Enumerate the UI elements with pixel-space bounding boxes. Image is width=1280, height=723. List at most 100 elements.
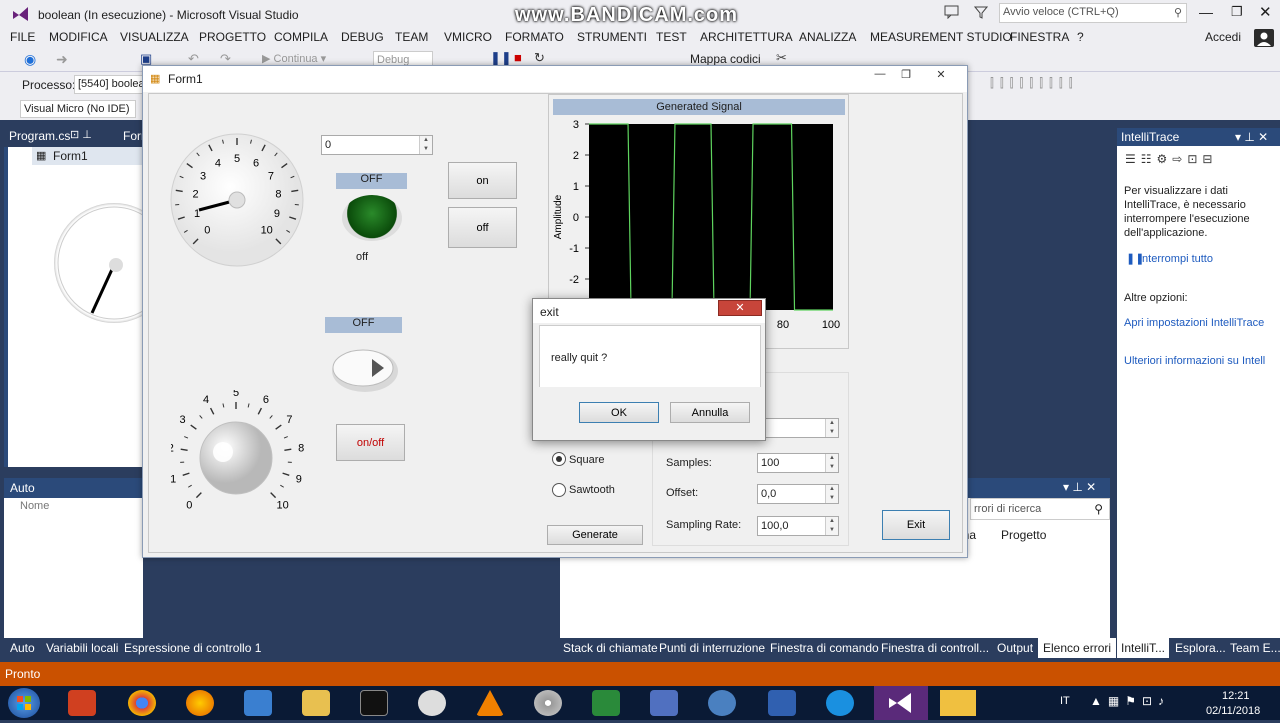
- intellitrace-toolbar-icons[interactable]: ☰☷⚙⇨⊡⊟: [1125, 152, 1217, 166]
- firefox-icon[interactable]: [186, 690, 214, 716]
- samples-input[interactable]: 100▲▼: [757, 453, 839, 473]
- error-search-input[interactable]: rrori di ricerca ⚲: [970, 498, 1110, 520]
- mail-icon[interactable]: [708, 690, 736, 716]
- menu-team[interactable]: TEAM: [395, 30, 428, 44]
- hidden-field-2[interactable]: ▲▼: [757, 418, 839, 438]
- dvd-icon[interactable]: [534, 690, 562, 716]
- tab-error-list[interactable]: Elenco errori: [1038, 638, 1116, 658]
- menu-measurement-studio[interactable]: MEASUREMENT STUDIO: [870, 30, 1012, 44]
- tab-program-cs[interactable]: Program.cs: [9, 129, 70, 143]
- form-app-taskbar-icon[interactable]: [940, 690, 976, 716]
- open-settings-link[interactable]: Apri impostazioni IntelliTrace: [1124, 317, 1264, 329]
- tab-command-window[interactable]: Finestra di comando: [770, 641, 879, 655]
- menu-vmicro[interactable]: VMICRO: [444, 30, 492, 44]
- cmd-icon[interactable]: [360, 690, 388, 716]
- off-button[interactable]: off: [448, 207, 517, 248]
- menu-compila[interactable]: COMPILA: [274, 30, 328, 44]
- panel-controls-icon[interactable]: ▾ ⊥ ✕: [1063, 480, 1096, 494]
- maximize-button[interactable]: ❐: [1231, 4, 1243, 20]
- on-button[interactable]: on: [448, 162, 517, 199]
- pause-icon[interactable]: ❚❚: [490, 50, 512, 66]
- forward-icon[interactable]: ➜: [56, 51, 68, 68]
- more-info-link[interactable]: Ulteriori informazioni su Intell: [1124, 355, 1265, 367]
- menu-analizza[interactable]: ANALIZZA: [799, 30, 856, 44]
- radio-sawtooth[interactable]: [552, 483, 566, 497]
- tab-output[interactable]: Output: [997, 641, 1033, 655]
- knob-control[interactable]: 012345678910: [171, 390, 311, 525]
- dialog-close-button[interactable]: ✕: [718, 300, 762, 316]
- clock-date[interactable]: 02/11/2018: [1206, 705, 1260, 717]
- stop-icon[interactable]: ■: [514, 50, 522, 65]
- pin-icon[interactable]: ⊡ ⊥: [70, 128, 92, 141]
- toggle-switch[interactable]: [330, 345, 400, 395]
- menu-test[interactable]: TEST: [656, 30, 687, 44]
- process-select[interactable]: [5540] boolea: [74, 75, 146, 94]
- tab-breakpoints[interactable]: Punti di interruzione: [659, 641, 765, 655]
- form1-close-button[interactable]: ✕: [926, 68, 956, 84]
- network-app-icon[interactable]: [592, 690, 620, 716]
- radio-square[interactable]: [552, 452, 566, 466]
- form1-minimize-button[interactable]: —: [867, 68, 893, 84]
- quick-launch-input[interactable]: Avvio veloce (CTRL+Q) ⚲: [999, 3, 1187, 23]
- tab-intellitrace[interactable]: IntelliT...: [1117, 638, 1169, 658]
- dialog-ok-button[interactable]: OK: [579, 402, 659, 423]
- tab-auto[interactable]: Auto: [10, 641, 35, 655]
- tab-locals[interactable]: Variabili locali: [46, 641, 118, 655]
- clock-time[interactable]: 12:21: [1222, 690, 1250, 702]
- spin-arrows-icon[interactable]: ▲▼: [825, 485, 838, 503]
- menu-debug[interactable]: DEBUG: [341, 30, 384, 44]
- user-avatar-icon[interactable]: [1254, 29, 1274, 47]
- media-player-icon[interactable]: [68, 690, 96, 716]
- tray-icons[interactable]: ▲▦⚑⊡♪: [1090, 694, 1170, 708]
- spin-arrows-icon[interactable]: ▲▼: [825, 454, 838, 472]
- ie-icon[interactable]: [826, 690, 854, 716]
- spin-arrows-icon[interactable]: ▲▼: [825, 517, 838, 535]
- tab-explorer[interactable]: Esplora...: [1175, 641, 1226, 655]
- menu-architettura[interactable]: ARCHITETTURA: [700, 30, 793, 44]
- sampling-rate-input[interactable]: 100,0▲▼: [757, 516, 839, 536]
- menu-visualizza[interactable]: VISUALIZZA: [120, 30, 189, 44]
- spin-arrows-icon[interactable]: ▲▼: [419, 136, 432, 154]
- menu-modifica[interactable]: MODIFICA: [49, 30, 108, 44]
- minimize-button[interactable]: —: [1199, 4, 1213, 20]
- menu-progetto[interactable]: PROGETTO: [199, 30, 266, 44]
- paint-icon[interactable]: [244, 690, 272, 716]
- panel-controls-icon[interactable]: ▾ ⊥ ✕: [1235, 130, 1268, 144]
- tab-watch-window[interactable]: Finestra di controll...: [881, 641, 989, 655]
- offset-input[interactable]: 0,0▲▼: [757, 484, 839, 504]
- input-language[interactable]: IT: [1060, 695, 1070, 707]
- feedback-icon[interactable]: [944, 5, 960, 19]
- generate-button[interactable]: Generate: [547, 525, 643, 545]
- toolbar-misc-icon[interactable]: ✂: [776, 50, 787, 66]
- menu-finestra[interactable]: FINESTRA: [1010, 30, 1069, 44]
- start-button[interactable]: [8, 688, 40, 718]
- visual-studio-taskbar-icon[interactable]: [874, 686, 928, 720]
- layout-toolbar-icons[interactable]: ⫿⫿⫿⫿⫿⫿⫿⫿⫿: [990, 76, 1079, 91]
- onoff-button[interactable]: on/off: [336, 424, 405, 461]
- form1-maximize-button[interactable]: ❐: [893, 68, 919, 84]
- exit-button[interactable]: Exit: [882, 510, 950, 540]
- break-all-link[interactable]: Interrompi tutto: [1139, 253, 1213, 265]
- board-select[interactable]: Visual Micro (No IDE): [20, 100, 136, 118]
- back-icon[interactable]: ◉: [24, 51, 36, 68]
- vlc-icon[interactable]: [476, 690, 504, 716]
- spin-arrows-icon[interactable]: ▲▼: [825, 419, 838, 437]
- restart-icon[interactable]: ↻: [534, 50, 545, 66]
- clock-app-icon[interactable]: [418, 690, 446, 716]
- close-button[interactable]: ✕: [1259, 3, 1272, 21]
- signin-link[interactable]: Accedi: [1205, 30, 1241, 44]
- menu-file[interactable]: FILE: [10, 30, 35, 44]
- monitor-app-icon[interactable]: [768, 690, 796, 716]
- remote-app-icon[interactable]: [650, 690, 678, 716]
- filter-icon[interactable]: [974, 5, 988, 19]
- code-map-button[interactable]: Mappa codici: [690, 52, 761, 66]
- menu-formato[interactable]: FORMATO: [505, 30, 564, 44]
- numeric-input-top[interactable]: 0▲▼: [321, 135, 433, 155]
- tab-team-explorer[interactable]: Team E...: [1230, 641, 1280, 655]
- chrome-icon[interactable]: [128, 690, 156, 716]
- tab-call-stack[interactable]: Stack di chiamate: [563, 641, 658, 655]
- dialog-cancel-button[interactable]: Annulla: [670, 402, 750, 423]
- menu-help[interactable]: ?: [1077, 30, 1084, 44]
- menu-strumenti[interactable]: STRUMENTI: [577, 30, 647, 44]
- tab-watch1[interactable]: Espressione di controllo 1: [124, 641, 261, 655]
